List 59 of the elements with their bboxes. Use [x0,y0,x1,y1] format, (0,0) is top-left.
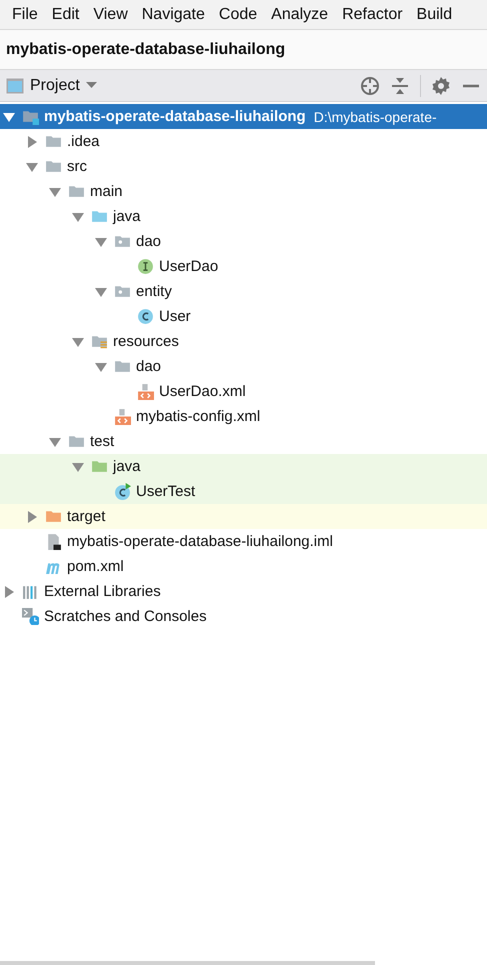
folder-icon [45,508,62,525]
tree-item[interactable]: mybatis-operate-database-liuhailong.iml [0,529,487,554]
settings-icon[interactable] [431,76,451,96]
locate-icon[interactable] [360,76,380,96]
tree-item[interactable]: java [0,454,487,479]
class-icon [114,483,131,500]
folder-icon [45,158,62,175]
folder-icon [68,183,85,200]
menu-item[interactable]: View [93,6,136,24]
tree-item[interactable]: resources [0,329,487,354]
tree-item[interactable]: target [0,504,487,529]
tree-item[interactable]: External Libraries [0,579,487,604]
expand-arrow-icon[interactable] [25,134,39,148]
window-icon [6,78,24,94]
scratches-icon [22,608,39,625]
libraries-icon [22,583,39,600]
expand-arrow-icon[interactable] [2,584,16,598]
tree-item[interactable]: UserDao.xml [0,379,487,404]
tree-item[interactable]: pom.xml [0,554,487,579]
tree-item[interactable]: java [0,204,487,229]
menu-item[interactable]: Analyze [271,6,336,24]
folder-icon [22,108,39,125]
folder-icon [68,433,85,450]
tree-item[interactable]: Scratches and Consoles [0,604,487,629]
folder-icon [114,358,131,375]
menu-item[interactable]: File [12,6,46,24]
tree-item[interactable]: main [0,179,487,204]
tree-item[interactable]: User [0,304,487,329]
package-icon [114,283,131,300]
tree-item[interactable]: src [0,154,487,179]
tree-item[interactable]: dao [0,229,487,254]
folder-icon [91,333,108,350]
path-hint: D:\mybatis-operate- [314,108,437,124]
caret-icon[interactable] [86,82,97,89]
tree-item[interactable]: UserDao [0,254,487,279]
module-file-icon [45,533,62,550]
folder-icon [45,133,62,150]
menu-item[interactable]: Code [218,6,266,24]
menu-item[interactable]: Refactor [342,6,411,24]
tree-item[interactable]: .idea [0,129,487,154]
collapse-all-icon[interactable] [390,76,410,96]
expand-arrow-icon[interactable] [25,510,39,524]
tree-item[interactable]: mybatis-config.xml [0,404,487,429]
xml-file-icon [137,383,154,400]
view-selector[interactable]: Project [30,76,80,94]
tree-item[interactable]: mybatis-operate-database-liuhailong D:\mybatis-operate- [0,104,487,129]
menu-item[interactable]: Edit [52,6,88,24]
menu-item[interactable]: Build [416,6,460,24]
tree-item[interactable]: dao [0,354,487,379]
folder-icon [91,208,108,225]
interface-icon [137,258,154,275]
xml-file-icon [114,408,131,425]
tree-item[interactable]: UserTest [0,479,487,504]
folder-icon [91,458,108,475]
package-icon [114,233,131,250]
tree-item[interactable]: entity [0,279,487,304]
menu-item[interactable]: Navigate [142,6,213,24]
tree-item[interactable]: test [0,429,487,454]
class-icon [137,308,154,325]
